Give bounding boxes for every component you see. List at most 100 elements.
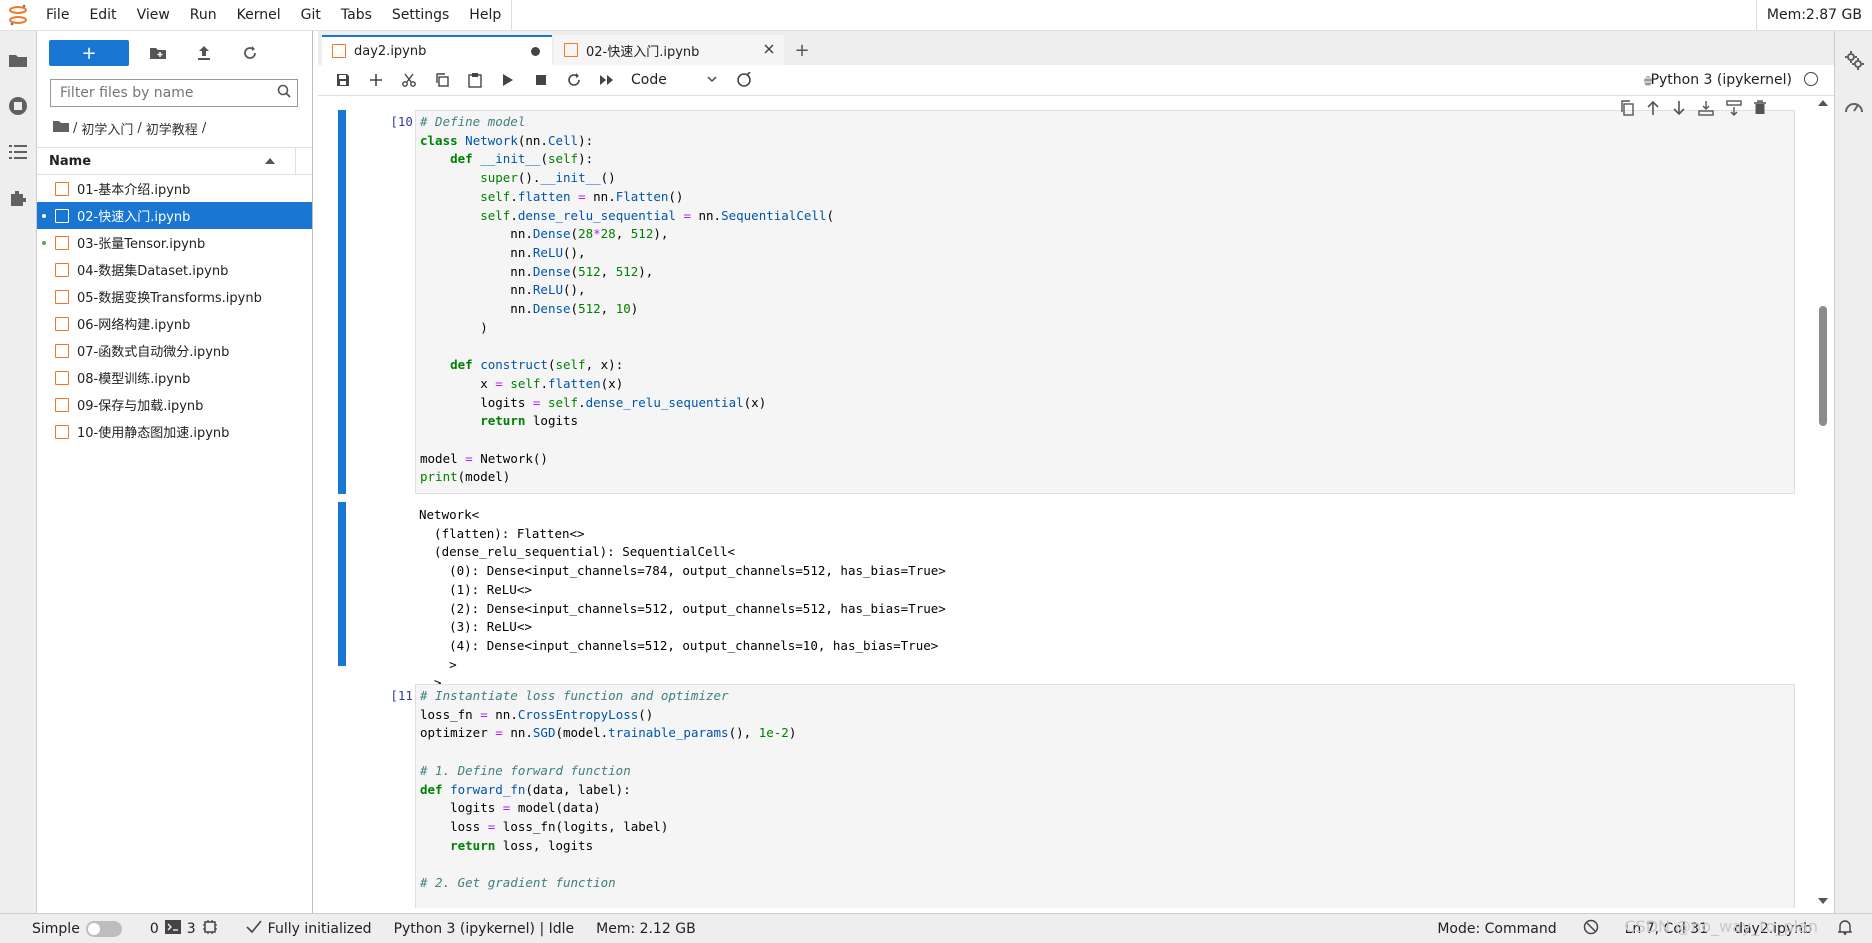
file-name: 07-函数式自动微分.ipynb (77, 345, 230, 360)
file-name: 10-使用静态图加速.ipynb (77, 426, 230, 441)
notebook-scrollbar[interactable] (1813, 96, 1833, 908)
menu-git[interactable]: Git (291, 0, 331, 30)
notebook-icon (332, 44, 346, 58)
file-item[interactable]: 06-网络构建.ipynb (37, 310, 312, 337)
file-name: 04-数据集Dataset.ipynb (77, 264, 229, 279)
scroll-thumb[interactable] (1819, 306, 1827, 426)
menu-kernel[interactable]: Kernel (227, 0, 291, 30)
cell-type-select[interactable]: Code (631, 72, 717, 88)
cut-icon[interactable] (392, 66, 425, 94)
extensions-icon[interactable] (0, 175, 36, 221)
insert-above-icon[interactable] (1698, 100, 1714, 120)
refresh-icon[interactable] (227, 40, 273, 66)
paste-icon[interactable] (458, 66, 491, 94)
insert-below-icon[interactable] (1726, 100, 1742, 120)
sort-ascending-icon (265, 154, 275, 169)
memory-status: Mem: 2.12 GB (596, 920, 696, 937)
delete-cell-icon[interactable] (1754, 100, 1766, 120)
upload-icon[interactable] (181, 40, 227, 66)
save-icon[interactable] (326, 66, 359, 94)
menu-run[interactable]: Run (180, 0, 227, 30)
output-collapser[interactable] (338, 502, 346, 666)
unsaved-dot-icon[interactable] (531, 46, 540, 56)
file-item[interactable]: 01-基本介绍.ipynb (37, 175, 312, 202)
code-editor[interactable]: # Define model class Network(nn.Cell): d… (415, 110, 1795, 494)
code-editor[interactable]: # Instantiate loss function and optimize… (415, 684, 1795, 908)
breadcrumb: / 初学入门 / 初学教程 / (53, 117, 312, 139)
duplicate-cell-icon[interactable] (1620, 100, 1634, 120)
breadcrumb-separator: / (73, 120, 78, 136)
scroll-up-icon[interactable] (1818, 96, 1828, 111)
file-name: 01-基本介绍.ipynb (77, 183, 191, 198)
simple-mode-toggle[interactable]: Simple (32, 920, 122, 937)
property-inspector-icon[interactable] (1835, 37, 1872, 83)
git-diff-icon[interactable] (727, 66, 760, 94)
check-icon (246, 919, 262, 938)
breadcrumb-item[interactable]: 初学教程 (146, 119, 198, 138)
file-item[interactable]: 04-数据集Dataset.ipynb (37, 256, 312, 283)
filter-input[interactable] (51, 84, 277, 102)
code-cell-10: # Define model class Network(nn.Cell): d… (420, 114, 834, 485)
debugger-gauge-icon[interactable] (1835, 83, 1872, 129)
toggle-switch[interactable] (85, 920, 122, 937)
search-icon (277, 84, 291, 102)
kernel-idle-icon (1804, 72, 1818, 86)
notebook-icon (55, 424, 69, 439)
lsp-status[interactable]: Fully initialized (246, 919, 372, 938)
breadcrumb-item[interactable]: 初学入门 (81, 119, 133, 138)
kernel-status-text[interactable]: Python 3 (ipykernel) | Idle (394, 921, 575, 937)
menu-help[interactable]: Help (459, 0, 513, 30)
cell-type-value: Code (631, 72, 667, 88)
file-browser-toolbar: + (37, 31, 312, 75)
menu-settings[interactable]: Settings (382, 0, 459, 30)
menu-edit[interactable]: Edit (79, 0, 126, 30)
tab-label: 02-快速入门.ipynb (586, 44, 700, 60)
notification-bell-icon[interactable] (1837, 919, 1853, 939)
name-header-label: Name (49, 153, 92, 169)
tab-day2[interactable]: day2.ipynb (322, 35, 552, 65)
close-icon[interactable] (764, 43, 774, 58)
menu-tabs[interactable]: Tabs (331, 0, 382, 30)
copy-icon[interactable] (425, 66, 458, 94)
notebook-icon (55, 181, 69, 196)
folder-icon[interactable] (0, 37, 36, 83)
running-kernels-icon[interactable] (0, 83, 36, 129)
file-item[interactable]: 03-张量Tensor.ipynb (37, 229, 312, 256)
column-divider (295, 148, 296, 174)
stop-icon[interactable] (524, 66, 557, 94)
new-launcher-button[interactable]: + (49, 40, 129, 66)
insert-cell-icon[interactable] (359, 66, 392, 94)
terminals-indicator[interactable]: 0 3 (150, 919, 218, 939)
running-dot-icon (42, 241, 46, 245)
file-item[interactable]: 08-模型训练.ipynb (37, 364, 312, 391)
tab-quickstart[interactable]: 02-快速入门.ipynb (554, 35, 784, 65)
notebook-icon (55, 397, 69, 412)
table-of-contents-icon[interactable] (0, 129, 36, 175)
move-up-icon[interactable] (1646, 100, 1660, 120)
scroll-down-icon[interactable] (1818, 894, 1828, 909)
new-folder-icon[interactable] (135, 40, 181, 66)
menu-file[interactable]: File (36, 0, 79, 30)
menu-view[interactable]: View (127, 0, 180, 30)
command-mode: Mode: Command (1437, 920, 1557, 937)
restart-icon[interactable] (557, 66, 590, 94)
no-alert-icon[interactable] (1583, 919, 1599, 939)
notebook-panel: [10]: # Define model class Network(nn.Ce… (318, 96, 1814, 908)
file-item[interactable]: 10-使用静态图加速.ipynb (37, 418, 312, 445)
cell-collapser[interactable] (338, 110, 346, 494)
add-tab-button[interactable]: + (788, 35, 816, 65)
move-down-icon[interactable] (1672, 100, 1686, 120)
code-cell-11: # Instantiate loss function and optimize… (420, 688, 797, 891)
name-column-header[interactable]: Name (37, 147, 312, 175)
file-item[interactable]: 09-保存与加载.ipynb (37, 391, 312, 418)
file-item[interactable]: 07-函数式自动微分.ipynb (37, 337, 312, 364)
code-cell[interactable]: [10]: # Define model class Network(nn.Ce… (318, 96, 1804, 500)
run-icon[interactable] (491, 66, 524, 94)
file-item[interactable]: 05-数据变换Transforms.ipynb (37, 283, 312, 310)
code-cell[interactable]: [11]: # Instantiate loss function and op… (318, 682, 1804, 908)
home-folder-icon[interactable] (53, 120, 69, 136)
notebook-icon (55, 208, 69, 223)
fast-forward-icon[interactable] (590, 66, 623, 94)
file-item-selected[interactable]: 02-快速入门.ipynb (37, 202, 312, 229)
kernel-name[interactable]: Python 3 (ipykernel) (1651, 72, 1792, 88)
